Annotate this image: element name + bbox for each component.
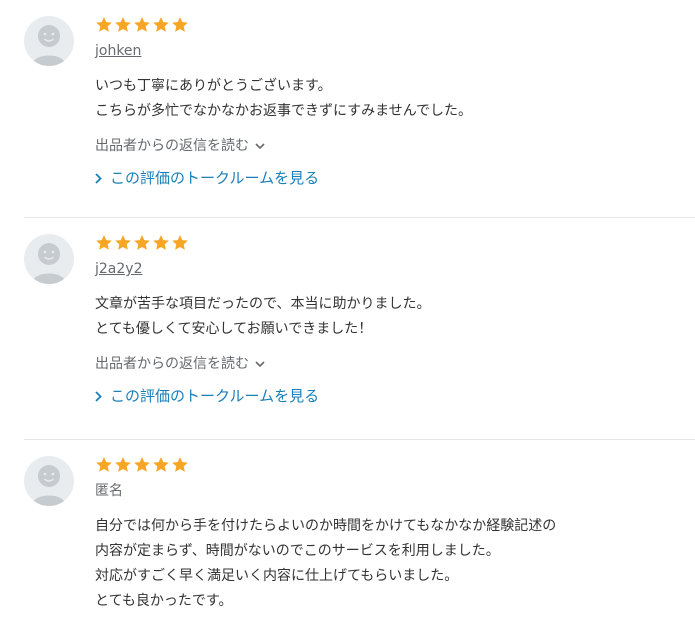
comment-line: とても優しくて安心してお願いできました！	[95, 321, 373, 337]
star-icon	[172, 17, 188, 32]
review-item: 匿名 自分では何から手を付けたらよいのか時間をかけてもなかなか経験記述の 内容が…	[24, 440, 695, 628]
comment-line: こちらが多忙でなかなかお返事できずにすみませんでした。	[95, 103, 473, 119]
star-icon	[115, 235, 131, 250]
star-icon	[134, 235, 150, 250]
comment-line: 対応がすごく早く満足いく内容に仕上げてもらいました。	[95, 568, 459, 584]
star-icon	[115, 17, 131, 32]
read-seller-reply-button[interactable]: 出品者からの返信を読む	[95, 136, 265, 156]
avatar[interactable]	[24, 234, 74, 284]
user-silhouette-icon	[32, 243, 66, 284]
avatar	[24, 456, 74, 506]
read-seller-reply-label: 出品者からの返信を読む	[95, 138, 249, 154]
read-seller-reply-label: 出品者からの返信を読む	[95, 356, 249, 372]
star-icon	[96, 17, 112, 32]
star-rating	[95, 456, 695, 476]
chevron-right-icon	[95, 390, 102, 402]
chevron-down-icon	[255, 360, 265, 367]
view-talkroom-label: この評価のトークルームを見る	[110, 169, 320, 187]
user-silhouette-icon	[32, 465, 66, 506]
star-icon	[115, 457, 131, 472]
comment-line: 自分では何から手を付けたらよいのか時間をかけてもなかなか経験記述の	[95, 518, 557, 534]
comment-line: とても良かったです。	[95, 593, 233, 609]
star-icon	[172, 457, 188, 472]
review-item: j2a2y2 文章が苦手な項目だったので、本当に助かりました。 とても優しくて安…	[24, 218, 695, 440]
user-silhouette-icon	[32, 25, 66, 66]
star-rating	[95, 16, 695, 36]
star-icon	[153, 457, 169, 472]
chevron-down-icon	[255, 142, 265, 149]
star-icon	[96, 235, 112, 250]
reviewer-name-link[interactable]: j2a2y2	[95, 260, 142, 278]
view-talkroom-link[interactable]: この評価のトークルームを見る	[95, 168, 695, 188]
read-seller-reply-button[interactable]: 出品者からの返信を読む	[95, 354, 265, 374]
star-rating	[95, 234, 695, 254]
review-item: johken いつも丁寧にありがとうございます。 こちらが多忙でなかなかお返事で…	[24, 0, 695, 218]
star-icon	[172, 235, 188, 250]
star-icon	[134, 17, 150, 32]
chevron-right-icon	[95, 172, 102, 184]
avatar[interactable]	[24, 16, 74, 66]
view-talkroom-label: この評価のトークルームを見る	[110, 387, 320, 405]
star-icon	[153, 235, 169, 250]
review-comment: いつも丁寧にありがとうございます。 こちらが多忙でなかなかお返事できずにすみませ…	[95, 74, 695, 124]
comment-line: いつも丁寧にありがとうございます。	[95, 78, 332, 94]
review-comment: 自分では何から手を付けたらよいのか時間をかけてもなかなか経験記述の 内容が定まら…	[95, 514, 695, 614]
star-icon	[134, 457, 150, 472]
reviewer-name: 匿名	[95, 483, 123, 499]
star-icon	[153, 17, 169, 32]
review-comment: 文章が苦手な項目だったので、本当に助かりました。 とても優しくて安心してお願いで…	[95, 292, 695, 342]
star-icon	[96, 457, 112, 472]
comment-line: 内容が定まらず、時間がないのでこのサービスを利用しました。	[95, 543, 500, 559]
view-talkroom-link[interactable]: この評価のトークルームを見る	[95, 386, 695, 406]
reviewer-name-link[interactable]: johken	[95, 42, 141, 60]
comment-line: 文章が苦手な項目だったので、本当に助かりました。	[95, 296, 431, 312]
